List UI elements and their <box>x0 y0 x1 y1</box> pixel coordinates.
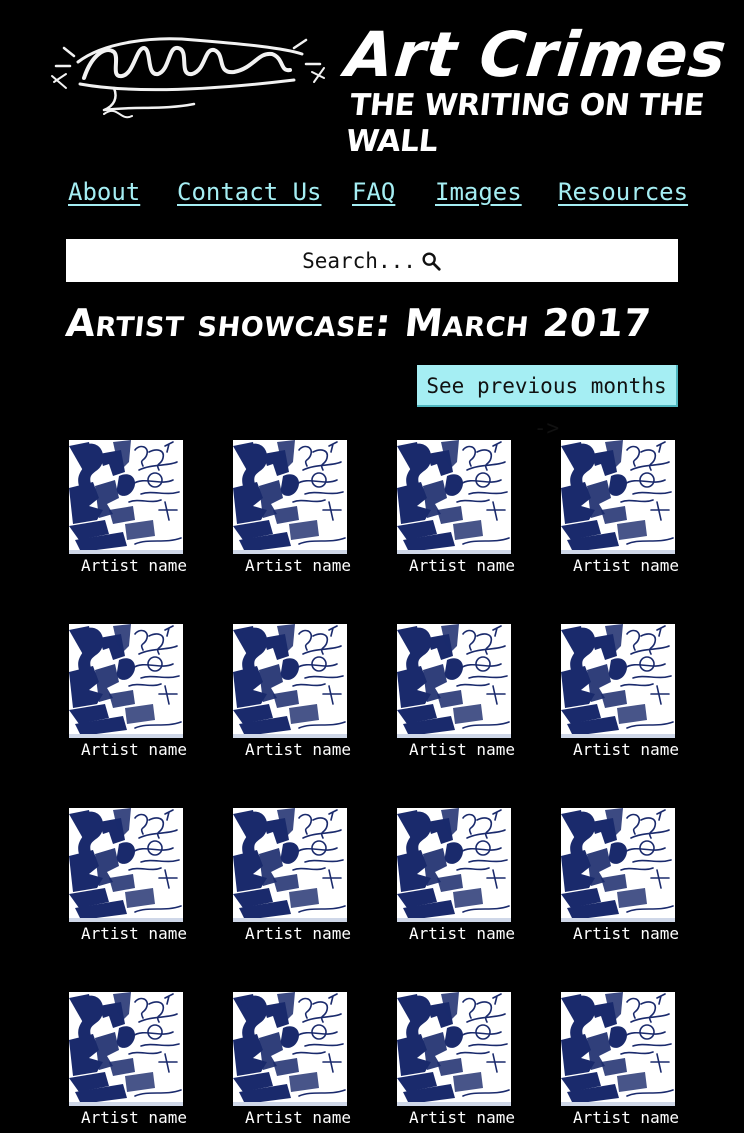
graffiti-thumbnail-icon <box>69 624 183 738</box>
gallery-card[interactable]: Artist name <box>68 808 187 948</box>
artist-name-label: Artist name <box>409 556 515 575</box>
artwork-thumbnail[interactable] <box>233 808 347 922</box>
artwork-thumbnail[interactable] <box>561 808 675 922</box>
graffiti-thumbnail-icon <box>69 440 183 554</box>
artist-name-label: Artist name <box>81 924 187 943</box>
artwork-thumbnail[interactable] <box>397 808 511 922</box>
page-title: Artist showcase: March 2017 <box>63 301 654 345</box>
tag-logo-icon: artcrimes <box>51 37 325 119</box>
gallery-card[interactable]: Artist name <box>396 808 515 948</box>
artwork-thumbnail[interactable] <box>233 992 347 1106</box>
artist-name-label: Artist name <box>81 1108 187 1127</box>
gallery-card[interactable]: Artist name <box>232 992 351 1132</box>
artist-name-label: Artist name <box>573 924 679 943</box>
artwork-thumbnail[interactable] <box>561 440 675 554</box>
artist-name-label: Artist name <box>573 740 679 759</box>
artwork-thumbnail[interactable] <box>69 440 183 554</box>
gallery-card[interactable]: Artist name <box>560 808 679 948</box>
artist-name-label: Artist name <box>245 1108 351 1127</box>
artwork-thumbnail[interactable] <box>397 440 511 554</box>
artist-name-label: Artist name <box>81 740 187 759</box>
artwork-thumbnail[interactable] <box>233 624 347 738</box>
artwork-thumbnail[interactable] <box>561 992 675 1106</box>
site-title: Art Crimes <box>342 18 731 91</box>
gallery-card[interactable]: Artist name <box>232 808 351 948</box>
graffiti-thumbnail-icon <box>561 624 675 738</box>
graffiti-thumbnail-icon <box>397 992 511 1106</box>
nav-faq[interactable]: FAQ <box>352 174 395 210</box>
artist-name-label: Artist name <box>245 740 351 759</box>
artist-name-label: Artist name <box>245 924 351 943</box>
graffiti-thumbnail-icon <box>69 808 183 922</box>
nav-images[interactable]: Images <box>435 174 522 210</box>
artist-name-label: Artist name <box>245 556 351 575</box>
artist-name-label: Artist name <box>409 924 515 943</box>
gallery-card[interactable]: Artist name <box>232 624 351 764</box>
graffiti-thumbnail-icon <box>397 808 511 922</box>
site-tagline: THE WRITING ON THE WALL <box>344 88 706 159</box>
graffiti-thumbnail-icon <box>561 992 675 1106</box>
graffiti-thumbnail-icon <box>397 624 511 738</box>
search-placeholder: Search... <box>302 248 416 273</box>
gallery-card[interactable]: Artist name <box>560 992 679 1132</box>
nav-resources[interactable]: Resources <box>558 174 688 210</box>
graffiti-thumbnail-icon <box>397 440 511 554</box>
graffiti-thumbnail-icon <box>233 440 347 554</box>
gallery-card[interactable]: Artist name <box>396 440 515 580</box>
graffiti-thumbnail-icon <box>69 992 183 1106</box>
artwork-thumbnail[interactable] <box>69 992 183 1106</box>
gallery-card[interactable]: Artist name <box>396 624 515 764</box>
main-nav: About Contact Us FAQ Images Resources <box>68 174 688 214</box>
graffiti-thumbnail-icon <box>561 808 675 922</box>
graffiti-thumbnail-icon <box>233 624 347 738</box>
graffiti-thumbnail-icon <box>233 992 347 1106</box>
search-input[interactable]: Search... <box>66 239 678 282</box>
artist-name-label: Artist name <box>573 1108 679 1127</box>
graffiti-thumbnail-icon <box>561 440 675 554</box>
gallery-card[interactable]: Artist name <box>232 440 351 580</box>
gallery-card[interactable]: Artist name <box>560 440 679 580</box>
artwork-thumbnail[interactable] <box>397 624 511 738</box>
nav-contact-us[interactable]: Contact Us <box>177 174 322 210</box>
graffiti-thumbnail-icon <box>233 808 347 922</box>
artcrimes-logo[interactable]: artcrimes <box>44 18 326 130</box>
artwork-thumbnail[interactable] <box>69 808 183 922</box>
gallery-card[interactable]: Artist name <box>68 440 187 580</box>
artist-name-label: Artist name <box>409 740 515 759</box>
search-icon[interactable] <box>420 250 442 272</box>
artist-name-label: Artist name <box>573 556 679 575</box>
site-header: artcrimes Art Crimes THE WRITING ON THE … <box>0 0 744 159</box>
nav-about[interactable]: About <box>68 174 140 210</box>
artwork-thumbnail[interactable] <box>561 624 675 738</box>
previous-months-button[interactable]: See previous months -> <box>417 365 678 440</box>
gallery-card[interactable]: Artist name <box>560 624 679 764</box>
gallery-card[interactable]: Artist name <box>68 624 187 764</box>
artist-name-label: Artist name <box>409 1108 515 1127</box>
artist-name-label: Artist name <box>81 556 187 575</box>
gallery-card[interactable]: Artist name <box>396 992 515 1132</box>
artwork-thumbnail[interactable] <box>233 440 347 554</box>
gallery-card[interactable]: Artist name <box>68 992 187 1132</box>
artwork-thumbnail[interactable] <box>69 624 183 738</box>
artwork-thumbnail[interactable] <box>397 992 511 1106</box>
